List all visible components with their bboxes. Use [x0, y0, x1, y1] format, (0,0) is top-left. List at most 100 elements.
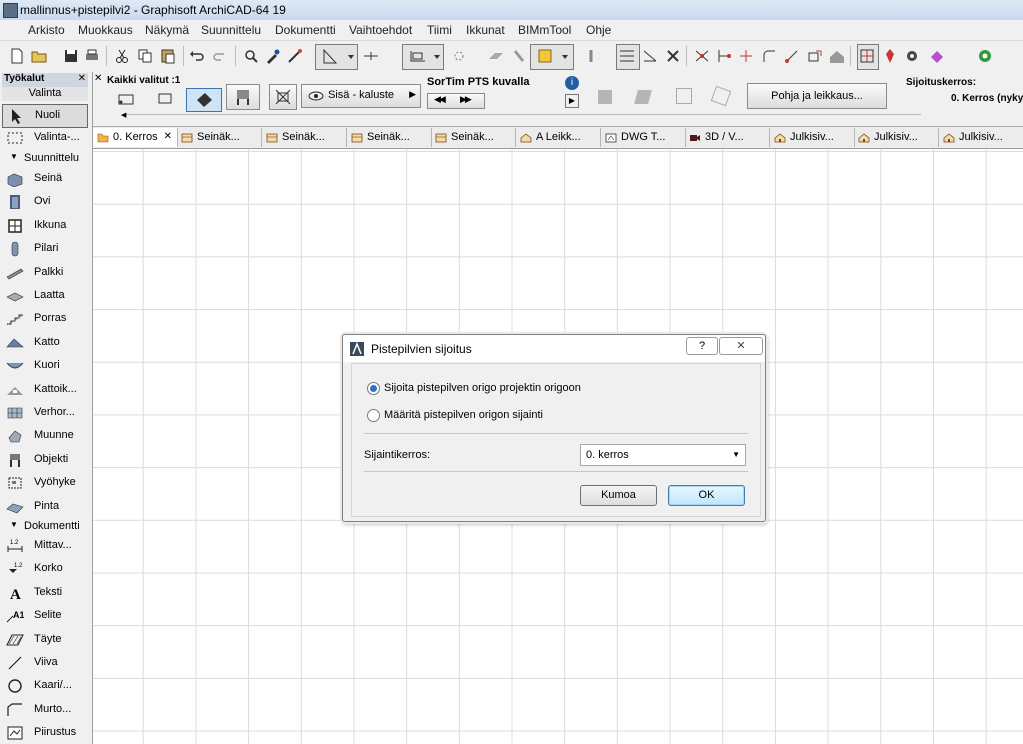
tool-window[interactable]: Ikkuna: [2, 215, 88, 237]
close-view-icon[interactable]: [664, 47, 682, 65]
trim-icon[interactable]: [715, 47, 733, 65]
grid-snap-toggle[interactable]: [857, 44, 879, 70]
section-document[interactable]: ▼ Dokumentti: [2, 520, 88, 534]
adjust-icon[interactable]: [783, 47, 801, 65]
tool-drawing[interactable]: Piirustus: [2, 722, 88, 744]
tab-view[interactable]: A Leikk...: [516, 128, 601, 147]
find-select-icon[interactable]: [242, 47, 260, 65]
pen-set-icon[interactable]: [582, 47, 600, 65]
rotated-method-button[interactable]: [186, 88, 222, 112]
toolbox-title-bar[interactable]: Työkalut ✕: [2, 73, 88, 87]
trace-icon[interactable]: [641, 47, 659, 65]
layer-combination-toggle[interactable]: [530, 44, 574, 70]
menu-muokkaus[interactable]: Muokkaus: [78, 23, 133, 37]
tool-slab[interactable]: Laatta: [2, 285, 88, 307]
guide-lines-toggle[interactable]: [315, 44, 358, 70]
resize-icon[interactable]: [806, 47, 824, 65]
syringe-icon[interactable]: [286, 47, 304, 65]
new-file-icon[interactable]: [8, 47, 26, 65]
roof-trim-icon[interactable]: [828, 47, 846, 65]
menu-suunnittelu[interactable]: Suunnittelu: [201, 23, 261, 37]
tool-arc[interactable]: Kaari/...: [2, 675, 88, 697]
tab-view[interactable]: Seinäk...: [177, 128, 262, 147]
rectangle-method-icon[interactable]: [155, 90, 179, 108]
undo-icon[interactable]: [188, 47, 206, 65]
snap-guides-icon[interactable]: [362, 47, 380, 65]
copy-icon[interactable]: [136, 47, 154, 65]
tool-label[interactable]: A1 Selite: [2, 605, 88, 627]
tool-text[interactable]: A Teksti: [2, 582, 88, 604]
expand-arrow-icon[interactable]: ▶: [565, 94, 579, 108]
print-icon[interactable]: [83, 47, 101, 65]
menu-ikkunat[interactable]: Ikkunat: [466, 23, 505, 37]
open-folder-icon[interactable]: [30, 47, 48, 65]
eyedropper-icon[interactable]: [264, 47, 282, 65]
option-define-origin-label[interactable]: Määritä pistepilven origon sijainti: [384, 409, 543, 421]
help-button[interactable]: ?: [686, 337, 718, 355]
section-select[interactable]: Valinta: [2, 87, 88, 101]
tool-curtain-wall[interactable]: Verhor...: [2, 402, 88, 424]
tool-door[interactable]: Ovi: [2, 191, 88, 213]
info-icon[interactable]: i: [565, 76, 579, 90]
show-all-toggle[interactable]: [616, 44, 640, 70]
tool-dimension[interactable]: 1.2 Mittav...: [2, 535, 88, 557]
tool-stair[interactable]: Porras: [2, 308, 88, 330]
tool-morph[interactable]: Muunne: [2, 425, 88, 447]
tab-view[interactable]: Seinäk...: [262, 128, 347, 147]
menu-arkisto[interactable]: Arkisto: [28, 23, 65, 37]
tool-polyline[interactable]: Murto...: [2, 699, 88, 721]
render-icon[interactable]: [928, 47, 946, 65]
story-select[interactable]: 0. kerros ▼: [580, 444, 746, 466]
archicad-app-icon[interactable]: [3, 3, 18, 18]
tab-view[interactable]: DWG T...: [601, 128, 686, 147]
tool-beam[interactable]: Palkki: [2, 262, 88, 284]
tab-view[interactable]: Julkisiv...: [770, 128, 855, 147]
tool-column[interactable]: Pilari: [2, 238, 88, 260]
option-define-origin-radio[interactable]: [367, 409, 380, 422]
tab-view[interactable]: 3D / V...: [685, 128, 770, 147]
cancel-button[interactable]: Kumoa: [580, 485, 657, 506]
cut-icon[interactable]: [113, 47, 131, 65]
intersect-icon[interactable]: [693, 47, 711, 65]
infobox-scrollbar[interactable]: ◀: [121, 112, 921, 122]
tool-fill[interactable]: Täyte: [2, 629, 88, 651]
favorites-icon[interactable]: [881, 47, 899, 65]
layer-dropdown[interactable]: Sisä - kaluste ▶: [301, 84, 421, 108]
split-icon[interactable]: [737, 47, 755, 65]
tab-view[interactable]: Julkisiv...: [854, 128, 939, 147]
fillet-icon[interactable]: [760, 47, 778, 65]
dialog-title-bar[interactable]: Pistepilvien sijoitus ? ✕: [343, 335, 765, 362]
view-top-icon[interactable]: [598, 90, 612, 104]
status-green-icon[interactable]: [976, 47, 994, 65]
menu-tiimi[interactable]: Tiimi: [427, 23, 452, 37]
menu-ohje[interactable]: Ohje: [586, 23, 611, 37]
menu-nakyma[interactable]: Näkymä: [145, 23, 189, 37]
tool-skylight[interactable]: Kattoik...: [2, 379, 88, 401]
menu-dokumentti[interactable]: Dokumentti: [275, 23, 336, 37]
menu-vaihtoehdot[interactable]: Vaihtoehdot: [349, 23, 412, 37]
toolbox-close-icon[interactable]: ✕: [78, 73, 86, 84]
option-origin-to-project-label[interactable]: Sijoita pistepilven origo projektin orig…: [384, 382, 581, 394]
dialog-close-button[interactable]: ✕: [719, 337, 763, 355]
section-design[interactable]: ▼ Suunnittelu: [2, 152, 88, 166]
tab-view[interactable]: 0. Kerros ✕: [93, 128, 178, 147]
settings-icon[interactable]: [903, 47, 921, 65]
tool-level-dimension[interactable]: 1.2 Korko: [2, 558, 88, 580]
tool-object[interactable]: Objekti: [2, 449, 88, 471]
tab-view[interactable]: Julkisiv...: [939, 128, 1023, 147]
tool-roof[interactable]: Katto: [2, 332, 88, 354]
object-settings-button[interactable]: [226, 84, 260, 110]
placement-method-icon[interactable]: [115, 90, 139, 108]
tool-arrow[interactable]: Nuoli: [2, 104, 88, 128]
mirror-button[interactable]: [269, 84, 297, 110]
view-rotate-icon[interactable]: [710, 85, 732, 107]
slanted-view-icon[interactable]: [510, 47, 528, 65]
menu-bimmtool[interactable]: BIMmTool: [518, 23, 571, 37]
snap-points-icon[interactable]: [450, 47, 468, 65]
gravity-toggle[interactable]: [402, 44, 444, 70]
tool-zone[interactable]: Vyöhyke: [2, 472, 88, 494]
tab-view[interactable]: Seinäk...: [431, 128, 516, 147]
tool-marquee[interactable]: Valinta-...: [2, 127, 88, 149]
tool-line[interactable]: Viiva: [2, 652, 88, 674]
prev-next-object-buttons[interactable]: ◀◀ ▶▶: [427, 93, 485, 109]
